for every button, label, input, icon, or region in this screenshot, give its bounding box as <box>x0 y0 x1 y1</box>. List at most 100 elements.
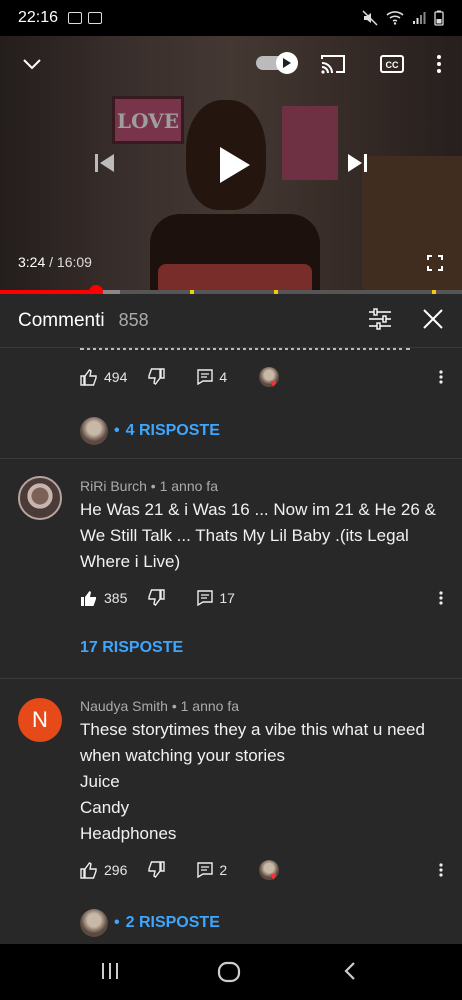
sort-icon[interactable] <box>368 308 394 334</box>
comment-actions: 385 17 <box>80 586 235 610</box>
dislike-button[interactable] <box>147 368 166 386</box>
gallery-notification-icon <box>68 12 83 24</box>
reply-count: 17 <box>219 590 235 606</box>
view-replies-link[interactable]: 17 RISPOSTE <box>80 634 183 662</box>
avatar[interactable]: N <box>18 698 62 742</box>
battery-icon <box>434 10 444 26</box>
meta-dot: • <box>150 478 160 494</box>
creator-avatar <box>80 417 108 445</box>
comment-actions: 494 4 ♥ <box>80 365 280 390</box>
comment-actions: 296 2 ♥ <box>80 858 280 883</box>
avatar[interactable] <box>18 476 62 520</box>
thumb-down-icon <box>148 589 166 606</box>
like-count: 385 <box>104 590 128 606</box>
reply-button[interactable]: 17 <box>197 590 235 606</box>
skip-previous-icon[interactable] <box>90 148 120 178</box>
chevron-down-icon[interactable] <box>18 50 46 78</box>
comment-time: 1 anno fa <box>159 478 218 494</box>
skip-next-icon[interactable] <box>342 148 372 178</box>
video-player[interactable]: LOVE CC 3:24 / 16:09 <box>0 36 462 292</box>
heart-icon: ♥ <box>270 378 277 390</box>
thumb-down-icon <box>148 861 166 878</box>
comment-line: Headphones <box>80 824 177 843</box>
replies-label: 4 RISPOSTE <box>125 422 220 439</box>
creator-avatar <box>80 909 108 937</box>
duration: 16:09 <box>56 254 92 270</box>
like-button[interactable]: 494 <box>80 368 127 386</box>
creator-heart: ♥ <box>259 367 280 390</box>
wifi-icon <box>386 11 404 25</box>
reply-count: 2 <box>219 862 228 878</box>
comment-more-icon[interactable] <box>432 858 450 882</box>
recent-apps-icon[interactable] <box>98 960 126 984</box>
meta-dot: • <box>171 698 181 714</box>
comment-divider <box>0 678 462 679</box>
comment-author[interactable]: Naudya Smith <box>80 698 168 714</box>
replies-dot: • <box>114 422 120 439</box>
like-count: 494 <box>104 369 128 385</box>
reply-count: 4 <box>219 369 228 385</box>
app-notification-icon <box>88 12 103 24</box>
view-replies-link[interactable]: • 2 RISPOSTE <box>80 909 220 937</box>
autoplay-toggle-icon[interactable] <box>256 52 300 74</box>
reply-icon <box>197 369 214 385</box>
system-icons <box>362 10 444 26</box>
more-vertical-icon[interactable] <box>428 50 450 78</box>
system-navigation-bar <box>0 944 462 1000</box>
cast-icon[interactable] <box>318 50 348 78</box>
dislike-button[interactable] <box>147 861 166 879</box>
reply-button[interactable]: 4 <box>197 369 227 385</box>
home-icon[interactable] <box>216 960 244 984</box>
comment-text: These storytimes they a vibe this what u… <box>80 717 444 847</box>
comment-time: 1 anno fa <box>180 698 240 714</box>
like-button[interactable]: 385 <box>80 589 127 607</box>
comment-author[interactable]: RiRi Burch <box>80 478 147 494</box>
view-replies-link[interactable]: • 4 RISPOSTE <box>80 417 220 445</box>
autoplay-knob <box>276 52 298 74</box>
mute-icon <box>362 10 378 26</box>
thumb-up-icon <box>80 862 97 879</box>
reply-icon <box>197 590 214 606</box>
avatar-letter: N <box>32 707 48 732</box>
like-count: 296 <box>104 862 128 878</box>
svg-text:CC: CC <box>386 60 399 70</box>
replies-label: 17 RISPOSTE <box>80 639 184 656</box>
status-time: 22:16 <box>18 9 59 26</box>
comments-count: 858 <box>118 310 149 330</box>
reply-button[interactable]: 2 <box>197 862 227 878</box>
current-time: 3:24 <box>18 254 46 270</box>
truncated-comment-text <box>80 348 410 350</box>
comment-more-icon[interactable] <box>432 365 450 389</box>
creator-heart: ♥ <box>259 860 280 883</box>
comment-divider <box>0 458 462 459</box>
thumb-up-icon <box>81 591 96 606</box>
video-timecode: 3:24 / 16:09 <box>18 254 92 270</box>
comments-title: Commenti <box>18 309 105 331</box>
thumb-up-icon <box>80 369 97 386</box>
status-bar: 22:16 <box>0 0 462 36</box>
dislike-button[interactable] <box>147 589 166 607</box>
close-icon[interactable] <box>422 308 448 334</box>
play-icon[interactable] <box>212 140 258 190</box>
replies-label: 2 RISPOSTE <box>125 914 220 931</box>
signal-icon <box>413 12 426 24</box>
time-separator: / <box>49 254 57 270</box>
comments-list[interactable]: 494 4 ♥ • 4 RISPOSTE RiRi Burch • 1 anno… <box>0 348 462 944</box>
notification-icons <box>68 12 103 24</box>
like-button[interactable]: 296 <box>80 861 127 879</box>
replies-dot: • <box>114 914 120 931</box>
comment-text: He Was 21 & i Was 16 ... Now im 21 & He … <box>80 500 436 571</box>
comment-line: Candy <box>80 798 130 817</box>
comments-header: Commenti 858 <box>0 294 462 348</box>
comment-line: Juice <box>80 772 120 791</box>
reply-icon <box>197 862 214 878</box>
captions-icon[interactable]: CC <box>378 50 406 78</box>
comment-line: These storytimes they a vibe this what u… <box>80 720 425 765</box>
heart-icon: ♥ <box>270 871 277 883</box>
comment-meta: RiRi Burch • 1 anno fa <box>80 478 218 494</box>
comment-more-icon[interactable] <box>432 586 450 610</box>
fullscreen-icon[interactable] <box>424 252 446 274</box>
thumb-down-icon <box>148 368 166 385</box>
comment-meta: Naudya Smith • 1 anno fa <box>80 698 239 714</box>
back-icon[interactable] <box>340 960 368 984</box>
